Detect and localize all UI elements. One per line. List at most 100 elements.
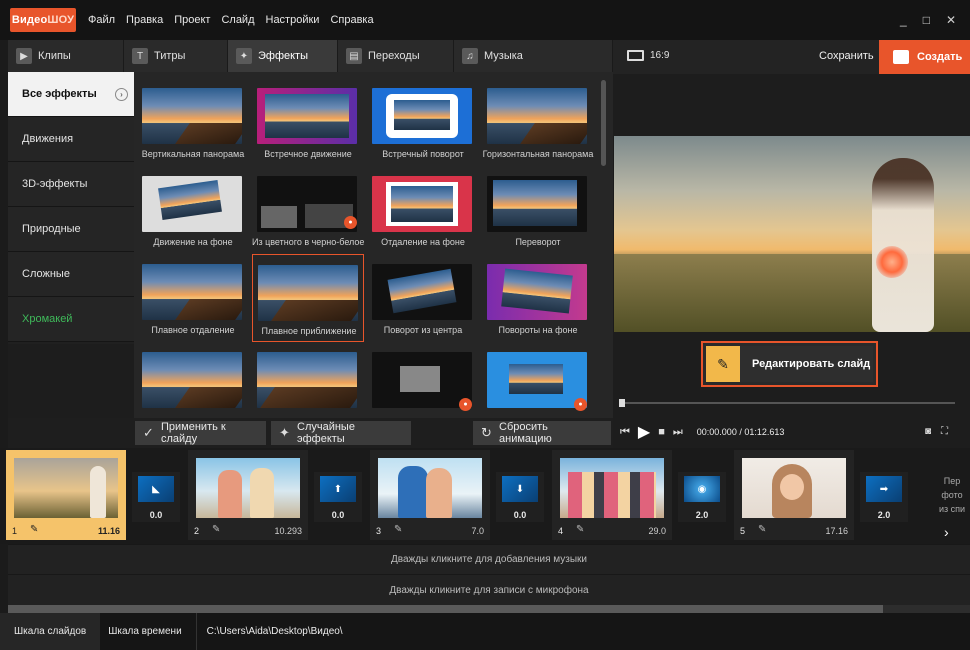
create-video-button[interactable]: Создать: [879, 40, 970, 74]
edit-slide-icon[interactable]: ✎: [576, 524, 584, 535]
tab-music[interactable]: ♫ Музыка: [454, 40, 613, 72]
effect-counter-move[interactable]: Встречное движение: [252, 82, 364, 168]
effect-flip[interactable]: Переворот: [482, 170, 594, 256]
slide-4[interactable]: 4 ✎ 29.0: [552, 450, 672, 540]
effect-thumbnail: [487, 88, 587, 144]
effect-smooth-zoom-in[interactable]: Плавное приближение: [252, 254, 364, 342]
window-controls: _ □ ✕: [900, 13, 956, 27]
apply-to-slide-button[interactable]: ✓ Применить к слайду: [135, 421, 266, 445]
transition-2[interactable]: ⬆ 0.0: [314, 472, 362, 522]
play-icon[interactable]: ▶: [638, 422, 650, 442]
slide-1[interactable]: 1 ✎ 11.16: [6, 450, 126, 540]
category-motion[interactable]: Движения: [8, 117, 134, 162]
effect-thumbnail: [142, 264, 242, 320]
tab-transitions[interactable]: ▤ Переходы: [338, 40, 454, 72]
effect-thumbnail: [257, 88, 357, 144]
effects-scrollbar[interactable]: [601, 80, 606, 166]
edit-slide-icon[interactable]: ✎: [212, 524, 220, 535]
effect-thumbnail: [142, 176, 242, 232]
effect-color-to-bw[interactable]: ● Из цветного в черно-белое: [252, 170, 364, 256]
effect-horizontal-pan[interactable]: Горизонтальная панорама: [482, 82, 594, 168]
preview-top-gap: [613, 74, 970, 136]
text-icon: T: [132, 48, 148, 64]
maximize-button[interactable]: □: [923, 13, 930, 27]
chevron-right-icon: ›: [115, 88, 128, 101]
microphone-track[interactable]: Дважды кликните для записи с микрофона: [8, 574, 970, 605]
effect-row4-4[interactable]: ●: [482, 346, 594, 418]
stop-icon[interactable]: ■: [658, 426, 665, 438]
progress-handle[interactable]: [619, 399, 625, 407]
next-icon[interactable]: ⏭: [673, 426, 683, 439]
snapshot-icon[interactable]: ◙: [925, 426, 931, 437]
edit-slide-icon[interactable]: ✎: [758, 524, 766, 535]
slide-3[interactable]: 3 ✎ 7.0: [370, 450, 490, 540]
menu-settings[interactable]: Настройки: [266, 14, 320, 26]
effect-thumbnail: [487, 264, 587, 320]
slide-thumbnail: [742, 458, 846, 518]
slide-thumbnail: [196, 458, 300, 518]
tab-time-scale[interactable]: Шкала времени: [100, 613, 189, 650]
save-button[interactable]: Сохранить: [819, 50, 874, 62]
aspect-ratio[interactable]: 16:9: [627, 50, 669, 61]
effect-vertical-pan[interactable]: Вертикальная панорама: [137, 82, 249, 168]
edit-slide-icon[interactable]: ✎: [394, 524, 402, 535]
close-button[interactable]: ✕: [946, 13, 956, 27]
tab-titles[interactable]: T Титры: [124, 40, 228, 72]
edit-slide-icon[interactable]: ✎: [30, 524, 38, 535]
effect-row4-2[interactable]: [252, 346, 364, 418]
effect-rotations-on-bg[interactable]: Повороты на фоне: [482, 258, 594, 344]
playback-controls: ⏮ ▶ ■ ⏭ 00:00.000 / 01:12.613: [620, 423, 784, 441]
category-nature[interactable]: Природные: [8, 207, 134, 252]
category-complex[interactable]: Сложные: [8, 252, 134, 297]
effect-thumbnail: [372, 88, 472, 144]
tab-clips[interactable]: ▶ Клипы: [8, 40, 124, 72]
menu-edit[interactable]: Правка: [126, 14, 163, 26]
menu-help[interactable]: Справка: [330, 14, 373, 26]
category-filler: [8, 344, 134, 418]
effect-smooth-zoom-out[interactable]: Плавное отдаление: [137, 258, 249, 344]
preview-header: 16:9 Сохранить Создать: [613, 40, 970, 74]
effect-categories: Все эффекты › Движения 3D-эффекты Природ…: [8, 72, 134, 344]
effect-row4-1[interactable]: [137, 346, 249, 418]
effect-thumbnail: [142, 352, 242, 408]
category-all-effects[interactable]: Все эффекты ›: [8, 72, 134, 117]
video-camera-icon: [893, 50, 909, 64]
menu-project[interactable]: Проект: [174, 14, 210, 26]
panel-tabs: ▶ Клипы T Титры ✦ Эффекты ▤ Переходы ♫ М…: [8, 40, 613, 72]
fullscreen-icon[interactable]: ⛶: [941, 426, 948, 437]
effect-rotate-from-center[interactable]: Поворот из центра: [367, 258, 479, 344]
transition-3[interactable]: ⬇ 0.0: [496, 472, 544, 522]
random-effects-button[interactable]: ✦ Случайные эффекты: [271, 421, 411, 445]
menu-bar: Файл Правка Проект Слайд Настройки Справ…: [88, 14, 385, 26]
transition-1[interactable]: ◣ 0.0: [132, 472, 180, 522]
menu-slide[interactable]: Слайд: [221, 14, 254, 26]
effect-zoom-out-on-bg[interactable]: Отдаление на фоне: [367, 170, 479, 256]
transition-5[interactable]: ➡ 2.0: [860, 472, 908, 522]
timeline-scrollbar[interactable]: [8, 605, 883, 613]
previous-icon[interactable]: ⏮: [620, 426, 630, 439]
category-3d[interactable]: 3D-эффекты: [8, 162, 134, 207]
monitor-icon: [627, 50, 644, 61]
slide-5[interactable]: 5 ✎ 17.16: [734, 450, 854, 540]
effect-motion-on-bg[interactable]: Движение на фоне: [137, 170, 249, 256]
music-track[interactable]: Дважды кликните для добавления музыки: [8, 544, 970, 574]
edit-slide-button[interactable]: ✎ Редактировать слайд: [701, 341, 878, 387]
minimize-button[interactable]: _: [900, 13, 907, 27]
category-chromakey[interactable]: Хромакей: [8, 297, 134, 342]
tab-effects[interactable]: ✦ Эффекты: [228, 40, 338, 72]
transition-thumbnail: ⬆: [320, 476, 356, 502]
app-logo: Видео ШОУ: [10, 8, 76, 32]
transition-thumbnail: ⬇: [502, 476, 538, 502]
slide-2[interactable]: 2 ✎ 10.293: [188, 450, 308, 540]
camera-icon: ●: [459, 398, 472, 411]
effect-row4-3[interactable]: ●: [367, 346, 479, 418]
menu-file[interactable]: Файл: [88, 14, 115, 26]
effect-counter-rotate[interactable]: Встречный поворот: [367, 82, 479, 168]
slide-thumbnail: [560, 458, 664, 518]
reset-animation-button[interactable]: ↻ Сбросить анимацию: [473, 421, 611, 445]
playback-progress[interactable]: [619, 399, 955, 407]
status-bar: Шкала слайдов Шкала времени C:\Users\Aid…: [0, 613, 970, 650]
transition-4[interactable]: ◉ 2.0: [678, 472, 726, 522]
scroll-right-icon[interactable]: ›: [944, 524, 949, 540]
tab-slide-scale[interactable]: Шкала слайдов: [0, 613, 101, 650]
